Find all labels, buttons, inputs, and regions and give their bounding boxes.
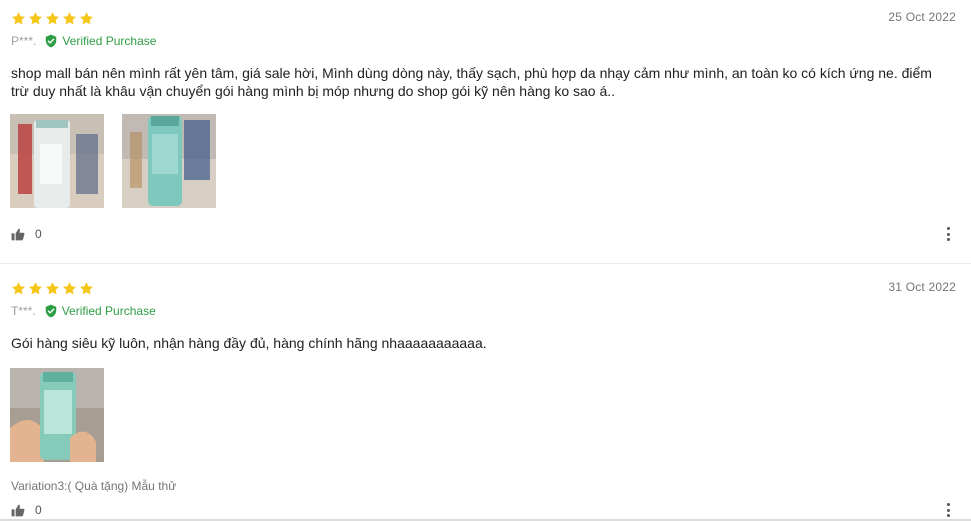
verified-label: Verified Purchase — [61, 304, 156, 318]
like-row: 0 — [11, 227, 42, 241]
review-card: 31 Oct 2022 T***. Verified Purchase Gói … — [0, 264, 971, 521]
star-icon — [79, 11, 94, 26]
review-photos — [10, 114, 216, 208]
star-icon — [45, 281, 60, 296]
review-date: 25 Oct 2022 — [888, 10, 956, 24]
review-text: Gói hàng siêu kỹ luôn, nhận hàng đầy đủ,… — [11, 335, 487, 351]
review-photo[interactable] — [10, 368, 104, 462]
review-card: 25 Oct 2022 P***. Verified Purchase shop… — [0, 0, 971, 264]
like-row: 0 — [11, 503, 42, 517]
thumbs-up-icon[interactable] — [11, 504, 25, 517]
like-count: 0 — [35, 503, 42, 517]
star-icon — [28, 11, 43, 26]
star-icon — [11, 281, 26, 296]
reviewer-name: T***. — [11, 304, 36, 318]
review-photos — [10, 368, 104, 462]
reviewer-name: P***. — [11, 34, 37, 48]
like-count: 0 — [35, 227, 42, 241]
star-icon — [62, 11, 77, 26]
star-icon — [28, 281, 43, 296]
more-vertical-icon[interactable] — [945, 503, 951, 517]
verified-badge: Verified Purchase — [44, 34, 156, 48]
shield-check-icon — [44, 34, 58, 48]
star-icon — [11, 11, 26, 26]
thumbs-up-icon[interactable] — [11, 228, 25, 241]
more-vertical-icon[interactable] — [945, 227, 951, 241]
star-rating — [11, 281, 94, 297]
star-icon — [62, 281, 77, 296]
review-text: shop mall bán nên mình rất yên tâm, giá … — [11, 65, 932, 99]
review-photo[interactable] — [10, 114, 104, 208]
star-rating — [11, 11, 94, 27]
reviewer-row: P***. Verified Purchase — [11, 33, 156, 49]
verified-label: Verified Purchase — [62, 34, 157, 48]
review-date: 31 Oct 2022 — [888, 280, 956, 294]
review-photo[interactable] — [122, 114, 216, 208]
reviewer-row: T***. Verified Purchase — [11, 303, 156, 319]
star-icon — [45, 11, 60, 26]
variation-label: Variation3:( Quà tặng) Mẫu thử — [11, 479, 177, 493]
star-icon — [79, 281, 94, 296]
verified-badge: Verified Purchase — [44, 304, 156, 318]
shield-check-icon — [44, 304, 58, 318]
